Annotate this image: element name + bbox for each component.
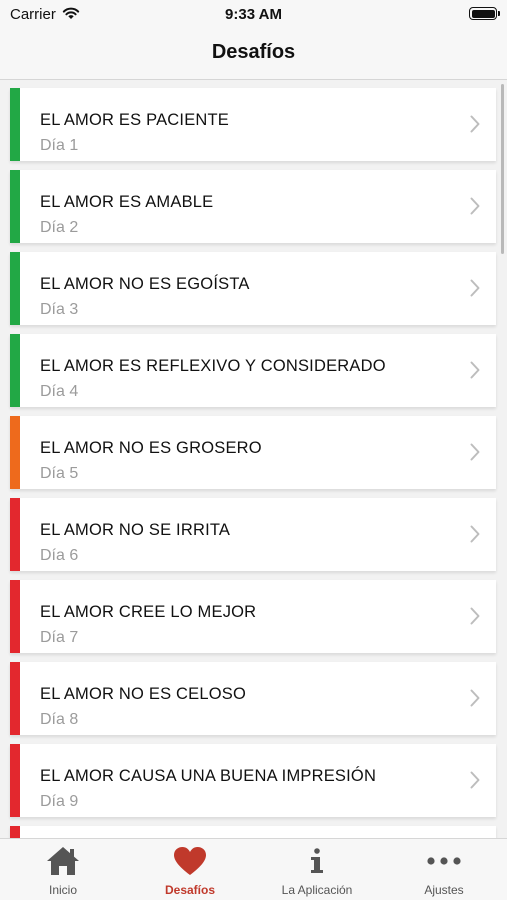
challenge-day: Día 4 [40,383,79,400]
status-color-bar [10,170,20,243]
challenge-row-8[interactable]: EL AMOR NO ES CELOSO Día 8 [10,662,496,735]
tab-la-aplicacion[interactable]: La Aplicación [254,839,380,900]
challenge-title: EL AMOR NO ES CELOSO [40,685,247,703]
scrollbar[interactable] [501,84,504,254]
chevron-right-icon [470,443,480,466]
challenge-row-7[interactable]: EL AMOR CREE LO MEJOR Día 7 [10,580,496,653]
tab-label: Desafíos [164,883,216,897]
challenge-day: Día 3 [40,301,79,318]
challenge-list[interactable]: EL AMOR ES PACIENTE Día 1 EL AMOR ES AMA… [0,80,507,838]
challenge-title: EL AMOR NO ES GROSERO [40,439,262,457]
home-icon [0,844,126,878]
battery-icon [469,7,500,20]
chevron-right-icon [470,279,480,302]
challenge-row-9[interactable]: EL AMOR CAUSA UNA BUENA IMPRESIÓN Día 9 [10,744,496,817]
challenge-row-3[interactable]: EL AMOR NO ES EGOÍSTA Día 3 [10,252,496,325]
tab-ajustes[interactable]: Ajustes [381,839,507,900]
page-title: Desafíos [211,41,296,63]
challenge-day: Día 6 [40,547,79,564]
tab-bar: Inicio Desafíos La Aplicación Ajustes [0,838,507,900]
tab-label: Inicio [48,883,77,897]
chevron-right-icon [470,607,480,630]
chevron-right-icon [470,689,480,712]
challenge-row-5[interactable]: EL AMOR NO ES GROSERO Día 5 [10,416,496,489]
status-color-bar [10,744,20,817]
challenge-day: Día 2 [40,219,79,236]
status-color-bar [10,334,20,407]
challenge-row-4[interactable]: EL AMOR ES REFLEXIVO Y CONSIDERADO Día 4 [10,334,496,407]
challenge-row-6[interactable]: EL AMOR NO SE IRRITA Día 6 [10,498,496,571]
status-color-bar [10,580,20,653]
challenge-day: Día 9 [40,793,79,810]
chevron-right-icon [470,525,480,548]
challenge-title: EL AMOR NO ES EGOÍSTA [40,275,250,293]
challenge-title: EL AMOR CAUSA UNA BUENA IMPRESIÓN [40,767,377,785]
status-color-bar [10,416,20,489]
tab-label: La Aplicación [281,883,353,897]
info-icon [254,844,380,878]
challenge-title: EL AMOR NO SE IRRITA [40,521,231,539]
challenge-row-1[interactable]: EL AMOR ES PACIENTE Día 1 [10,88,496,161]
challenge-title: EL AMOR CREE LO MEJOR [40,603,257,621]
more-icon [381,844,507,878]
challenge-title: EL AMOR ES AMABLE [40,193,214,211]
challenge-row-2[interactable]: EL AMOR ES AMABLE Día 2 [10,170,496,243]
challenge-title: EL AMOR ES PACIENTE [40,111,230,129]
challenge-title: EL AMOR ES REFLEXIVO Y CONSIDERADO [40,357,386,375]
tab-inicio[interactable]: Inicio [0,839,126,900]
tab-label: Ajustes [424,883,464,897]
chevron-right-icon [470,771,480,794]
chevron-right-icon [470,197,480,220]
status-color-bar [10,252,20,325]
status-color-bar [10,662,20,735]
chevron-right-icon [470,361,480,384]
challenge-day: Día 1 [40,137,79,154]
chevron-right-icon [470,115,480,138]
status-bar: Carrier 9:33 AM [0,0,507,28]
status-color-bar [10,498,20,571]
navigation-bar: Desafíos [0,28,507,80]
heart-icon [127,844,253,878]
tab-desafios[interactable]: Desafíos [127,839,253,900]
challenge-day: Día 7 [40,629,79,646]
challenge-day: Día 5 [40,465,79,482]
status-time: 9:33 AM [225,6,282,23]
status-color-bar [10,826,20,838]
challenge-day: Día 8 [40,711,79,728]
challenge-row-10[interactable] [10,826,496,838]
status-color-bar [10,88,20,161]
